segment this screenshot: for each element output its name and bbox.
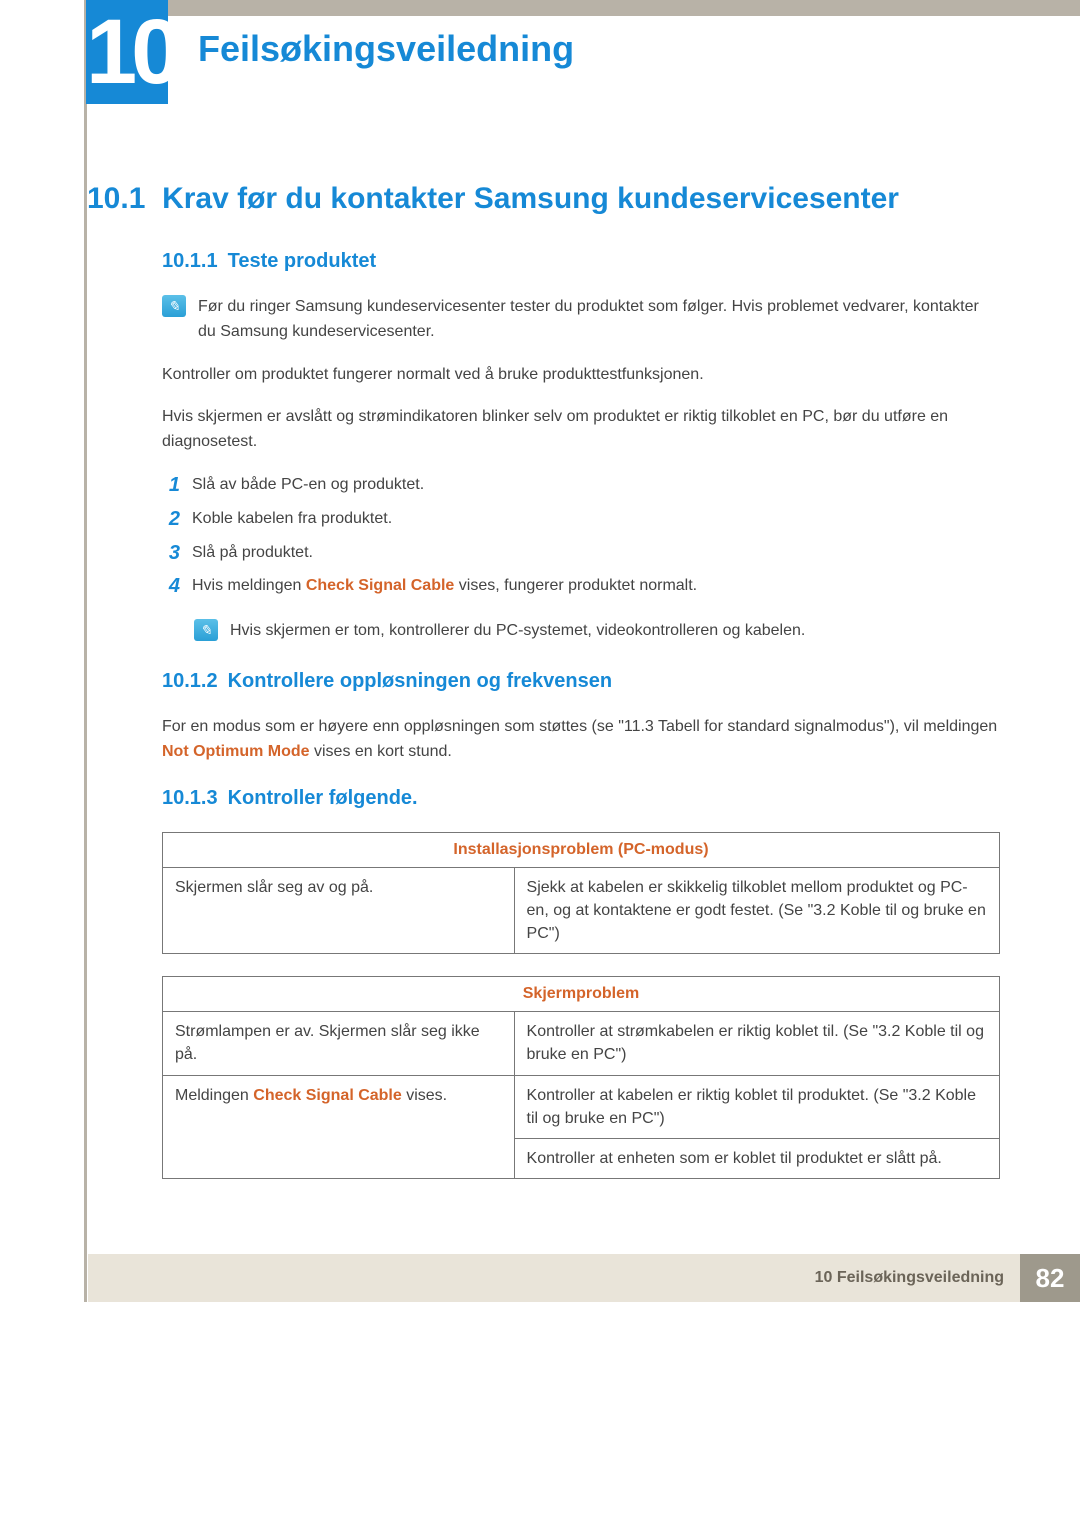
note-text-1: Før du ringer Samsung kundeservicesenter…	[198, 295, 1000, 345]
note-icon: ✎	[194, 619, 218, 641]
subsection-3-num: 10.1.3	[162, 787, 218, 809]
list-item: 1 Slå av både PC-en og produktet.	[162, 473, 1000, 498]
step-text-2: Koble kabelen fra produktet.	[192, 507, 392, 532]
note-block-1: ✎ Før du ringer Samsung kundeservicesent…	[162, 295, 1000, 345]
section-title: 10.1 Krav før du kontakter Samsung kunde…	[87, 182, 899, 216]
t2r1-post: vises.	[402, 1087, 447, 1104]
step4-keyword: Check Signal Cable	[306, 577, 455, 594]
table-row: Installasjonsproblem (PC-modus)	[163, 832, 1000, 867]
page: 10 Feilsøkingsveiledning 10.1 Krav før d…	[0, 0, 1080, 1527]
chapter-title: Feilsøkingsveiledning	[198, 28, 574, 70]
subsection-3: 10.1.3 Kontroller følgende. Installasjons…	[162, 787, 1000, 1180]
subsection-3-heading: Kontroller følgende.	[228, 787, 418, 809]
step-text-4: Hvis meldingen Check Signal Cable vises,…	[192, 574, 697, 599]
subsection-1: 10.1.1 Teste produktet ✎ Før du ringer Sa…	[162, 250, 1000, 644]
s2-pre: For en modus som er høyere enn oppløsnin…	[162, 718, 997, 735]
step4-post: vises, fungerer produktet normalt.	[454, 577, 697, 594]
subsection-2-title: 10.1.2 Kontrollere oppløsningen og frekve…	[162, 670, 1000, 693]
subsection-1-num: 10.1.1	[162, 250, 218, 272]
subsection-2-heading: Kontrollere oppløsningen og frekvensen	[228, 670, 613, 692]
s2-p: For en modus som er høyere enn oppløsnin…	[162, 715, 1000, 765]
footer-page-number: 82	[1020, 1254, 1080, 1302]
table-install-problem: Installasjonsproblem (PC-modus) Skjermen…	[162, 832, 1000, 955]
table2-r1-left: Meldingen Check Signal Cable vises.	[163, 1075, 515, 1179]
table1-r0-left: Skjermen slår seg av og på.	[163, 867, 515, 954]
step-text-3: Slå på produktet.	[192, 541, 313, 566]
chapter-badge: 10	[86, 0, 168, 104]
table2-r1-right: Kontroller at kabelen er riktig koblet t…	[514, 1075, 999, 1138]
table2-r2-right: Kontroller at enheten som er koblet til …	[514, 1138, 999, 1178]
note-block-2: ✎ Hvis skjermen er tom, kontrollerer du …	[194, 619, 1000, 644]
step-text-1: Slå av både PC-en og produktet.	[192, 473, 424, 498]
subsection-2: 10.1.2 Kontrollere oppløsningen og frekve…	[162, 670, 1000, 765]
section-number: 10.1	[87, 182, 145, 215]
step-num-4: 4	[162, 574, 180, 599]
table1-r0-right: Sjekk at kabelen er skikkelig tilkoblet …	[514, 867, 999, 954]
list-item: 3 Slå på produktet.	[162, 541, 1000, 566]
table2-header: Skjermproblem	[163, 977, 1000, 1012]
subsection-1-heading: Teste produktet	[228, 250, 377, 272]
subsection-2-num: 10.1.2	[162, 670, 218, 692]
note-text-2: Hvis skjermen er tom, kontrollerer du PC…	[230, 619, 805, 644]
list-item: 4 Hvis meldingen Check Signal Cable vise…	[162, 574, 1000, 599]
table-screen-problem: Skjermproblem Strømlampen er av. Skjerme…	[162, 976, 1000, 1179]
subsection-3-title: 10.1.3 Kontroller følgende.	[162, 787, 1000, 810]
footer-text: 10 Feilsøkingsveiledning	[88, 1254, 1020, 1302]
table2-r0-left: Strømlampen er av. Skjermen slår seg ikk…	[163, 1012, 515, 1075]
content-area: 10.1.1 Teste produktet ✎ Før du ringer Sa…	[162, 240, 1000, 1201]
t2r1-pre: Meldingen	[175, 1087, 253, 1104]
step-num-2: 2	[162, 507, 180, 532]
subsection-1-title: 10.1.1 Teste produktet	[162, 250, 1000, 273]
step4-pre: Hvis meldingen	[192, 577, 306, 594]
footer-bar: 10 Feilsøkingsveiledning 82	[88, 1254, 1080, 1302]
steps-list: 1 Slå av både PC-en og produktet. 2 Kobl…	[162, 473, 1000, 599]
table-row: Skjermproblem	[163, 977, 1000, 1012]
table2-r0-right: Kontroller at strømkabelen er riktig kob…	[514, 1012, 999, 1075]
step-num-1: 1	[162, 473, 180, 498]
note-icon: ✎	[162, 295, 186, 317]
t2r1-keyword: Check Signal Cable	[253, 1087, 402, 1104]
s2-post: vises en kort stund.	[310, 743, 452, 760]
table-row: Meldingen Check Signal Cable vises. Kont…	[163, 1075, 1000, 1138]
s1-p1: Kontroller om produktet fungerer normalt…	[162, 363, 1000, 388]
step-num-3: 3	[162, 541, 180, 566]
table-row: Strømlampen er av. Skjermen slår seg ikk…	[163, 1012, 1000, 1075]
list-item: 2 Koble kabelen fra produktet.	[162, 507, 1000, 532]
s2-keyword: Not Optimum Mode	[162, 743, 310, 760]
top-bar	[87, 0, 1080, 16]
table1-header: Installasjonsproblem (PC-modus)	[163, 832, 1000, 867]
table-row: Skjermen slår seg av og på. Sjekk at kab…	[163, 867, 1000, 954]
section-heading: Krav før du kontakter Samsung kundeservi…	[162, 182, 899, 215]
s1-p2: Hvis skjermen er avslått og strømindikat…	[162, 405, 1000, 455]
